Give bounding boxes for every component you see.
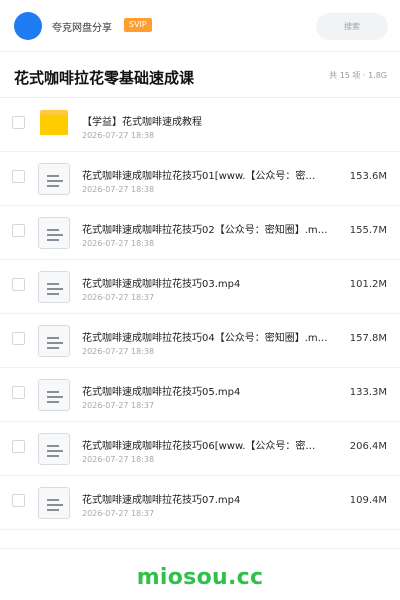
file-size: 109.4M	[349, 495, 387, 506]
svip-badge: SVIP	[124, 18, 152, 32]
file-icon	[38, 433, 70, 465]
file-row[interactable]: 花式咖啡速成咖啡拉花技巧04【公众号：密知圈】.m… 2026-07-27 18:…	[0, 314, 400, 368]
file-icon	[38, 163, 70, 195]
file-icon	[38, 217, 70, 249]
folder-icon	[38, 109, 70, 141]
file-row[interactable]: 花式咖啡速成咖啡拉花技巧01[www.【公众号：密… 2026-07-27 18:…	[0, 152, 400, 206]
file-size: 157.8M	[349, 333, 387, 344]
file-size: 101.2M	[349, 279, 387, 290]
file-date: 2026-07-27 18:38	[82, 347, 155, 356]
file-name[interactable]: 花式咖啡速成咖啡拉花技巧04【公众号：密知圈】.m…	[82, 329, 340, 344]
header: 夸克网盘分享 SVIP 搜索	[0, 0, 400, 52]
row-checkbox[interactable]	[12, 440, 25, 453]
file-icon	[38, 271, 70, 303]
avatar[interactable]	[14, 12, 42, 40]
file-row[interactable]: 花式咖啡速成咖啡拉花技巧05.mp4 2026-07-27 18:37 133.3M	[0, 368, 400, 422]
file-date: 2026-07-27 18:38	[82, 131, 155, 140]
search-button[interactable]: 搜索	[316, 13, 388, 40]
row-checkbox[interactable]	[12, 386, 25, 399]
file-list: 【学益】花式咖啡速成教程 2026-07-27 18:38 花式咖啡速成咖啡拉花技巧…	[0, 98, 400, 530]
file-date: 2026-07-27 18:37	[82, 293, 155, 302]
file-row[interactable]: 花式咖啡速成咖啡拉花技巧03.mp4 2026-07-27 18:37 101.2M	[0, 260, 400, 314]
file-date: 2026-07-27 18:38	[82, 239, 155, 248]
row-checkbox[interactable]	[12, 278, 25, 291]
file-icon	[38, 379, 70, 411]
file-icon	[38, 325, 70, 357]
watermark: miosou.cc	[136, 565, 264, 590]
item-summary: 共 15 项 · 1.8G	[329, 71, 387, 80]
file-name[interactable]: 花式咖啡速成咖啡拉花技巧02【公众号：密知圈】.m…	[82, 221, 340, 236]
file-date: 2026-07-27 18:38	[82, 455, 155, 464]
file-size: 153.6M	[349, 171, 387, 182]
file-name[interactable]: 【学益】花式咖啡速成教程	[82, 113, 372, 128]
row-checkbox[interactable]	[12, 494, 25, 507]
file-icon	[38, 487, 70, 519]
file-name[interactable]: 花式咖啡速成咖啡拉花技巧05.mp4	[82, 383, 340, 398]
share-owner-name: 夸克网盘分享	[52, 23, 112, 34]
file-name[interactable]: 花式咖啡速成咖啡拉花技巧03.mp4	[82, 275, 340, 290]
file-name[interactable]: 花式咖啡速成咖啡拉花技巧01[www.【公众号：密…	[82, 167, 340, 182]
file-row[interactable]: 花式咖啡速成咖啡拉花技巧06[www.【公众号：密… 2026-07-27 18:…	[0, 422, 400, 476]
row-checkbox[interactable]	[12, 170, 25, 183]
row-checkbox[interactable]	[12, 116, 25, 129]
row-checkbox[interactable]	[12, 224, 25, 237]
file-date: 2026-07-27 18:37	[82, 509, 155, 518]
file-row[interactable]: 花式咖啡速成咖啡拉花技巧02【公众号：密知圈】.m… 2026-07-27 18:…	[0, 206, 400, 260]
file-name[interactable]: 花式咖啡速成咖啡拉花技巧07.mp4	[82, 491, 340, 506]
title-bar: 花式咖啡拉花零基础速成课 共 15 项 · 1.8G	[0, 53, 400, 98]
file-date: 2026-07-27 18:37	[82, 401, 155, 410]
file-size: 133.3M	[349, 387, 387, 398]
footer: miosou.cc	[0, 548, 400, 600]
file-name[interactable]: 花式咖啡速成咖啡拉花技巧06[www.【公众号：密…	[82, 437, 340, 452]
file-size: 155.7M	[349, 225, 387, 236]
file-row[interactable]: 花式咖啡速成咖啡拉花技巧07.mp4 2026-07-27 18:37 109.4M	[0, 476, 400, 530]
page-title: 花式咖啡拉花零基础速成课	[14, 69, 195, 87]
row-checkbox[interactable]	[12, 332, 25, 345]
file-size: 206.4M	[349, 441, 387, 452]
folder-row[interactable]: 【学益】花式咖啡速成教程 2026-07-27 18:38	[0, 98, 400, 152]
file-date: 2026-07-27 18:38	[82, 185, 155, 194]
